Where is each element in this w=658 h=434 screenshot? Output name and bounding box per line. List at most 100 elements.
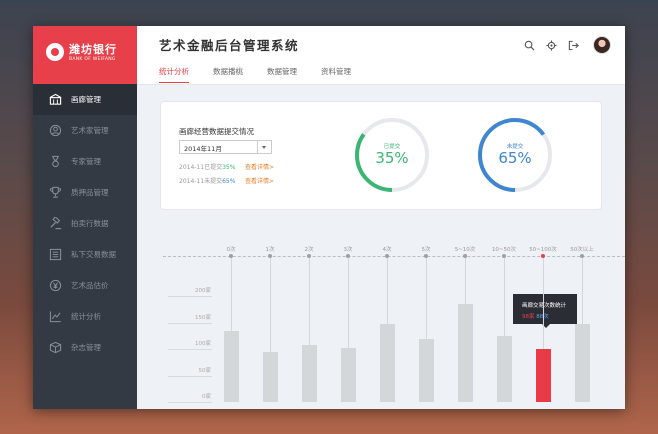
sidebar-item-label: 私下交易数据 bbox=[71, 250, 116, 259]
y-gridline bbox=[168, 402, 212, 403]
unsubmitted-ring-value: 65% bbox=[498, 149, 532, 167]
sidebar-item-label: 画廊管理 bbox=[71, 95, 101, 104]
tab[interactable]: 资料管理 bbox=[321, 66, 351, 83]
bar-stem bbox=[426, 258, 427, 339]
bar[interactable] bbox=[535, 348, 551, 402]
avatar[interactable] bbox=[593, 36, 611, 54]
sidebar-item[interactable]: 画廊管理 bbox=[33, 84, 137, 115]
chevron-down-icon[interactable] bbox=[257, 141, 271, 153]
header: 艺术金融后台管理系统 统计分析 数据播桃 数据管理 资料管理 bbox=[137, 26, 625, 85]
submitted-detail-link[interactable]: 查看详情> bbox=[245, 162, 274, 171]
summary-title: 画廊经营数据提交情况 bbox=[179, 127, 254, 136]
bar[interactable] bbox=[262, 351, 278, 402]
bar[interactable] bbox=[496, 336, 512, 402]
logout-icon[interactable] bbox=[566, 38, 580, 52]
y-tick-label: 0家 bbox=[202, 394, 211, 400]
sidebar-item[interactable]: 艺术家管理 bbox=[33, 115, 137, 146]
bar[interactable] bbox=[340, 347, 356, 402]
unsubmitted-pct: 65% bbox=[222, 178, 236, 185]
bar-stem bbox=[504, 258, 505, 337]
line-chart-icon bbox=[49, 310, 62, 323]
month-select-value: 2014年11月 bbox=[184, 145, 222, 153]
bar-stem bbox=[348, 258, 349, 348]
category-label: 5~10次 bbox=[454, 247, 476, 253]
bar-stem bbox=[231, 258, 232, 332]
y-tick-label: 150家 bbox=[195, 314, 211, 321]
category-label: 50~100次 bbox=[529, 247, 557, 253]
submitted-stat: 2014-11已提交35% 查看详情> bbox=[179, 162, 274, 171]
category-label: 50次以上 bbox=[570, 247, 594, 253]
bar[interactable] bbox=[574, 323, 590, 402]
submitted-pct: 35% bbox=[222, 164, 236, 171]
sidebar-item-label: 艺术家管理 bbox=[71, 126, 109, 135]
bar-stem bbox=[465, 258, 466, 305]
sidebar-item-label: 艺术品估价 bbox=[71, 281, 109, 290]
sidebar-nav: 画廊管理艺术家管理专家管理 质押品管理 拍卖行数据私下交易数据 艺术品估价统计分析杂志… bbox=[33, 84, 137, 363]
category-marker bbox=[541, 254, 545, 258]
bar-stem bbox=[543, 258, 544, 349]
gavel-icon bbox=[49, 217, 62, 230]
bar[interactable] bbox=[301, 345, 317, 402]
category-marker bbox=[346, 254, 350, 258]
brand-name-en: BANK OF WEIFANG bbox=[69, 57, 116, 62]
tab[interactable]: 数据管理 bbox=[267, 66, 297, 83]
bar-chart: 画廊交易次数统计 98家 88次 200家 150家 100家 50家 0家 0次 1次 2次… bbox=[163, 240, 625, 409]
bar-stem bbox=[387, 258, 388, 324]
app-window: 潍坊银行 BANK OF WEIFANG 画廊管理艺术家管理专家管理 质押品管理拍… bbox=[33, 26, 625, 409]
bank-logo-icon bbox=[46, 43, 64, 61]
bar-stem bbox=[582, 258, 583, 324]
y-gridline bbox=[168, 375, 212, 377]
tooltip-values: 98家 88次 bbox=[522, 312, 549, 320]
sidebar-item-label: 杂志管理 bbox=[71, 343, 101, 352]
category-marker bbox=[424, 254, 428, 258]
header-actions bbox=[514, 36, 611, 54]
list-icon bbox=[49, 248, 62, 261]
y-tick-label: 200家 bbox=[195, 288, 211, 294]
bar[interactable] bbox=[223, 331, 239, 402]
unsubmitted-detail-link[interactable]: 查看详情> bbox=[245, 176, 274, 185]
sidebar-item[interactable]: 拍卖行数据 bbox=[33, 208, 137, 239]
sidebar-item[interactable]: 杂志管理 bbox=[33, 332, 137, 363]
category-label: 0次 bbox=[226, 247, 236, 253]
sidebar-item[interactable]: 艺术品估价 bbox=[33, 270, 137, 301]
bar[interactable] bbox=[379, 323, 395, 402]
y-gridline bbox=[168, 296, 212, 297]
bar[interactable] bbox=[418, 338, 434, 402]
category-label: 10~50次 bbox=[491, 247, 517, 253]
y-tick-label: 100家 bbox=[195, 341, 211, 347]
category-label: 1次 bbox=[265, 247, 275, 253]
search-icon[interactable] bbox=[522, 38, 536, 52]
category-marker bbox=[502, 254, 506, 258]
bar[interactable] bbox=[457, 304, 473, 402]
sidebar-item[interactable]: 质押品管理 bbox=[33, 177, 137, 208]
tooltip-title: 画廊交易次数统计 bbox=[522, 303, 567, 309]
y-tick-label: 50家 bbox=[198, 367, 212, 374]
expert-icon bbox=[49, 155, 62, 168]
category-label: 4次 bbox=[382, 247, 392, 253]
category-label: 2次 bbox=[304, 247, 314, 253]
brand-name: 潍坊银行 bbox=[69, 43, 117, 56]
category-marker bbox=[580, 254, 584, 258]
sidebar-item[interactable]: 私下交易数据 bbox=[33, 239, 137, 270]
yen-icon bbox=[49, 279, 62, 292]
gear-icon[interactable] bbox=[544, 38, 558, 52]
month-select[interactable]: 2014年11月 bbox=[179, 140, 272, 154]
unsubmitted-stat: 2014-11未提交65% 查看详情> bbox=[179, 176, 274, 185]
submitted-text: 2014-11已提交 bbox=[179, 164, 223, 171]
chart-tooltip: 画廊交易次数统计 98家 88次 bbox=[513, 294, 577, 328]
tab[interactable]: 统计分析 bbox=[159, 66, 189, 83]
y-gridline bbox=[168, 322, 212, 324]
artist-icon bbox=[49, 124, 62, 137]
unsubmitted-ring: 未提交 65% bbox=[476, 116, 554, 194]
sidebar: 潍坊银行 BANK OF WEIFANG 画廊管理艺术家管理专家管理 质押品管理拍… bbox=[33, 26, 137, 409]
submitted-ring-value: 35% bbox=[375, 149, 409, 167]
summary-card: 画廊经营数据提交情况 2014年11月 2014-11已提交35% 查看详情> … bbox=[160, 101, 602, 210]
category-marker bbox=[307, 254, 311, 258]
tab-bar: 统计分析 数据播桃 数据管理 资料管理 bbox=[159, 66, 375, 83]
sidebar-item[interactable]: 统计分析 bbox=[33, 301, 137, 332]
sidebar-item[interactable]: 专家管理 bbox=[33, 146, 137, 177]
sidebar-item-label: 统计分析 bbox=[71, 312, 101, 321]
category-marker bbox=[229, 254, 233, 258]
brand: 潍坊银行 BANK OF WEIFANG bbox=[33, 26, 137, 84]
tab[interactable]: 数据播桃 bbox=[213, 66, 243, 83]
